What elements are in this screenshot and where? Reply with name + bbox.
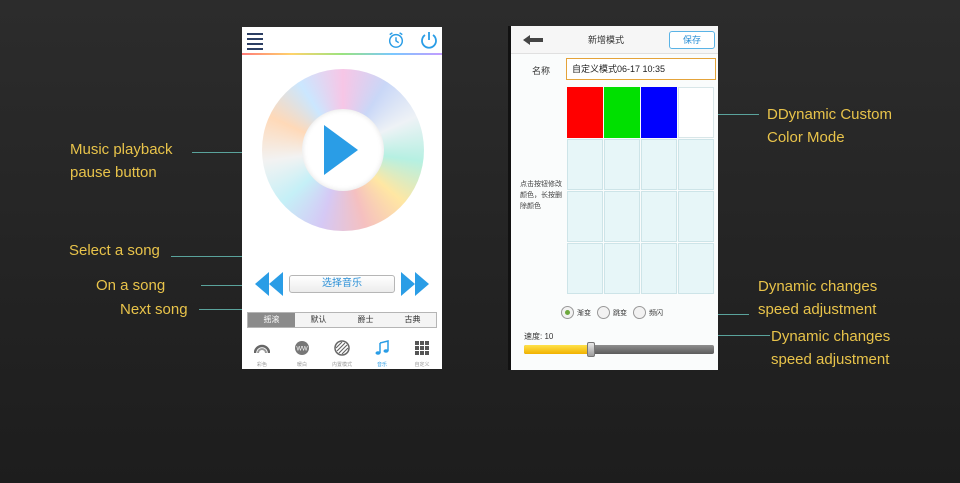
empty-color-slot[interactable] [678,191,714,242]
empty-color-slot[interactable] [641,243,677,294]
color-swatch-2[interactable] [604,87,640,138]
nav-label: 彩色 [256,362,267,368]
callout-speed-a-line1: Dynamic changes [758,278,878,295]
callout-playback-line2: pause button [70,164,157,181]
empty-color-slot[interactable] [678,243,714,294]
genre-tabs: 摇滚 默认 爵士 古典 [247,312,437,328]
empty-color-slot[interactable] [641,139,677,190]
empty-color-slot[interactable] [567,191,603,242]
nav-item-builtin[interactable]: 内置模式 [322,337,362,369]
callout-speed-b-line2: speed adjustment [771,351,890,368]
grid-icon [415,341,429,355]
next-song-button[interactable] [400,270,430,298]
mode-radio-group: 渐变 跳变 频闪 [561,306,663,319]
callout-speed-b: Dynamic changes speed adjustment [771,325,890,371]
select-music-button[interactable]: 选择音乐 [289,275,395,293]
music-top-bar [242,27,442,55]
nav-item-warm-white[interactable]: WW 暖白 [282,337,322,369]
list-menu-icon[interactable] [247,33,263,50]
color-swatch-1[interactable] [567,87,603,138]
empty-color-slot[interactable] [567,243,603,294]
callout-custom-mode-line1: DDynamic Custom [767,106,893,123]
callout-next-song: Next song [120,301,188,318]
radio-selected-icon [561,306,574,319]
callout-speed-a-line2: speed adjustment [758,301,877,318]
color-swatch-4[interactable] [678,87,714,138]
rainbow-icon [253,344,271,354]
alarm-clock-icon[interactable] [387,31,405,49]
nav-item-custom[interactable]: 自定义 [402,337,442,369]
mode-strobe-label: 频闪 [649,309,663,317]
empty-color-slot[interactable] [678,139,714,190]
nav-label: 暖白 [296,362,307,368]
mode-gradient-label: 渐变 [577,309,591,317]
tab-default[interactable]: 默认 [295,313,342,327]
color-hint-text: 点击按钮修改颜色，长按删除颜色 [520,181,562,210]
radio-unselected-icon [597,306,610,319]
empty-color-slot[interactable] [604,243,640,294]
music-screen: 选择音乐 摇滚 默认 爵士 古典 彩色 WW 暖白 内置模式 音乐 自定义 [242,27,442,369]
tab-rock[interactable]: 摇滚 [248,313,295,327]
disc-center [302,109,384,191]
music-note-icon [375,340,389,355]
callout-playback: Music playback pause button [70,138,173,184]
empty-color-slot[interactable] [604,139,640,190]
color-swatch-3[interactable] [641,87,677,138]
radio-unselected-icon [633,306,646,319]
callout-prev-song: On a song [96,277,166,294]
tab-classical[interactable]: 古典 [389,313,436,327]
callout-speed-a: Dynamic changes speed adjustment [758,275,877,321]
speed-slider-fill [524,345,591,354]
mode-gradient-radio[interactable]: 渐变 [561,306,591,319]
tab-jazz[interactable]: 爵士 [342,313,389,327]
nav-label: 音乐 [376,362,387,368]
speed-slider[interactable] [524,342,714,357]
name-field[interactable]: 自定义模式06-17 10:35 [566,58,716,80]
nav-item-color[interactable]: 彩色 [242,337,282,369]
callout-speed-b-line1: Dynamic changes [771,328,891,345]
back-arrow-icon[interactable] [523,35,543,45]
svg-text:WW: WW [296,347,308,353]
power-icon[interactable] [419,30,439,50]
save-button[interactable]: 保存 [669,31,715,49]
page-title: 新增模式 [588,35,625,45]
play-pause-button[interactable] [324,125,358,175]
previous-song-button[interactable] [254,270,284,298]
empty-color-slot[interactable] [604,191,640,242]
empty-color-slot[interactable] [641,191,677,242]
callout-select-song: Select a song [69,242,160,259]
callout-custom-mode: DDynamic Custom Color Mode [767,103,892,149]
mode-strobe-radio[interactable]: 频闪 [633,306,663,319]
custom-top-bar: 新增模式 保存 [511,26,718,54]
nav-label: 自定义 [414,362,430,368]
mode-jump-label: 跳变 [613,309,627,317]
speed-slider-thumb[interactable] [587,342,595,357]
nav-label: 内置模式 [331,362,352,368]
ww-icon: WW [295,341,309,355]
empty-color-slot[interactable] [567,139,603,190]
music-disc [262,69,424,231]
callout-custom-mode-line2: Color Mode [767,129,845,146]
mode-jump-radio[interactable]: 跳变 [597,306,627,319]
bottom-nav: 彩色 WW 暖白 内置模式 音乐 自定义 [242,337,442,369]
pattern-icon [334,340,350,356]
nav-item-music[interactable]: 音乐 [362,337,402,369]
name-label: 名称 [532,66,551,76]
custom-mode-screen: 新增模式 保存 名称 自定义模式06-17 10:35 点击按钮修改颜色，长按删… [508,26,718,370]
speed-label: 速度: 10 [524,332,554,341]
color-grid [567,87,718,294]
callout-playback-line1: Music playback [70,141,173,158]
